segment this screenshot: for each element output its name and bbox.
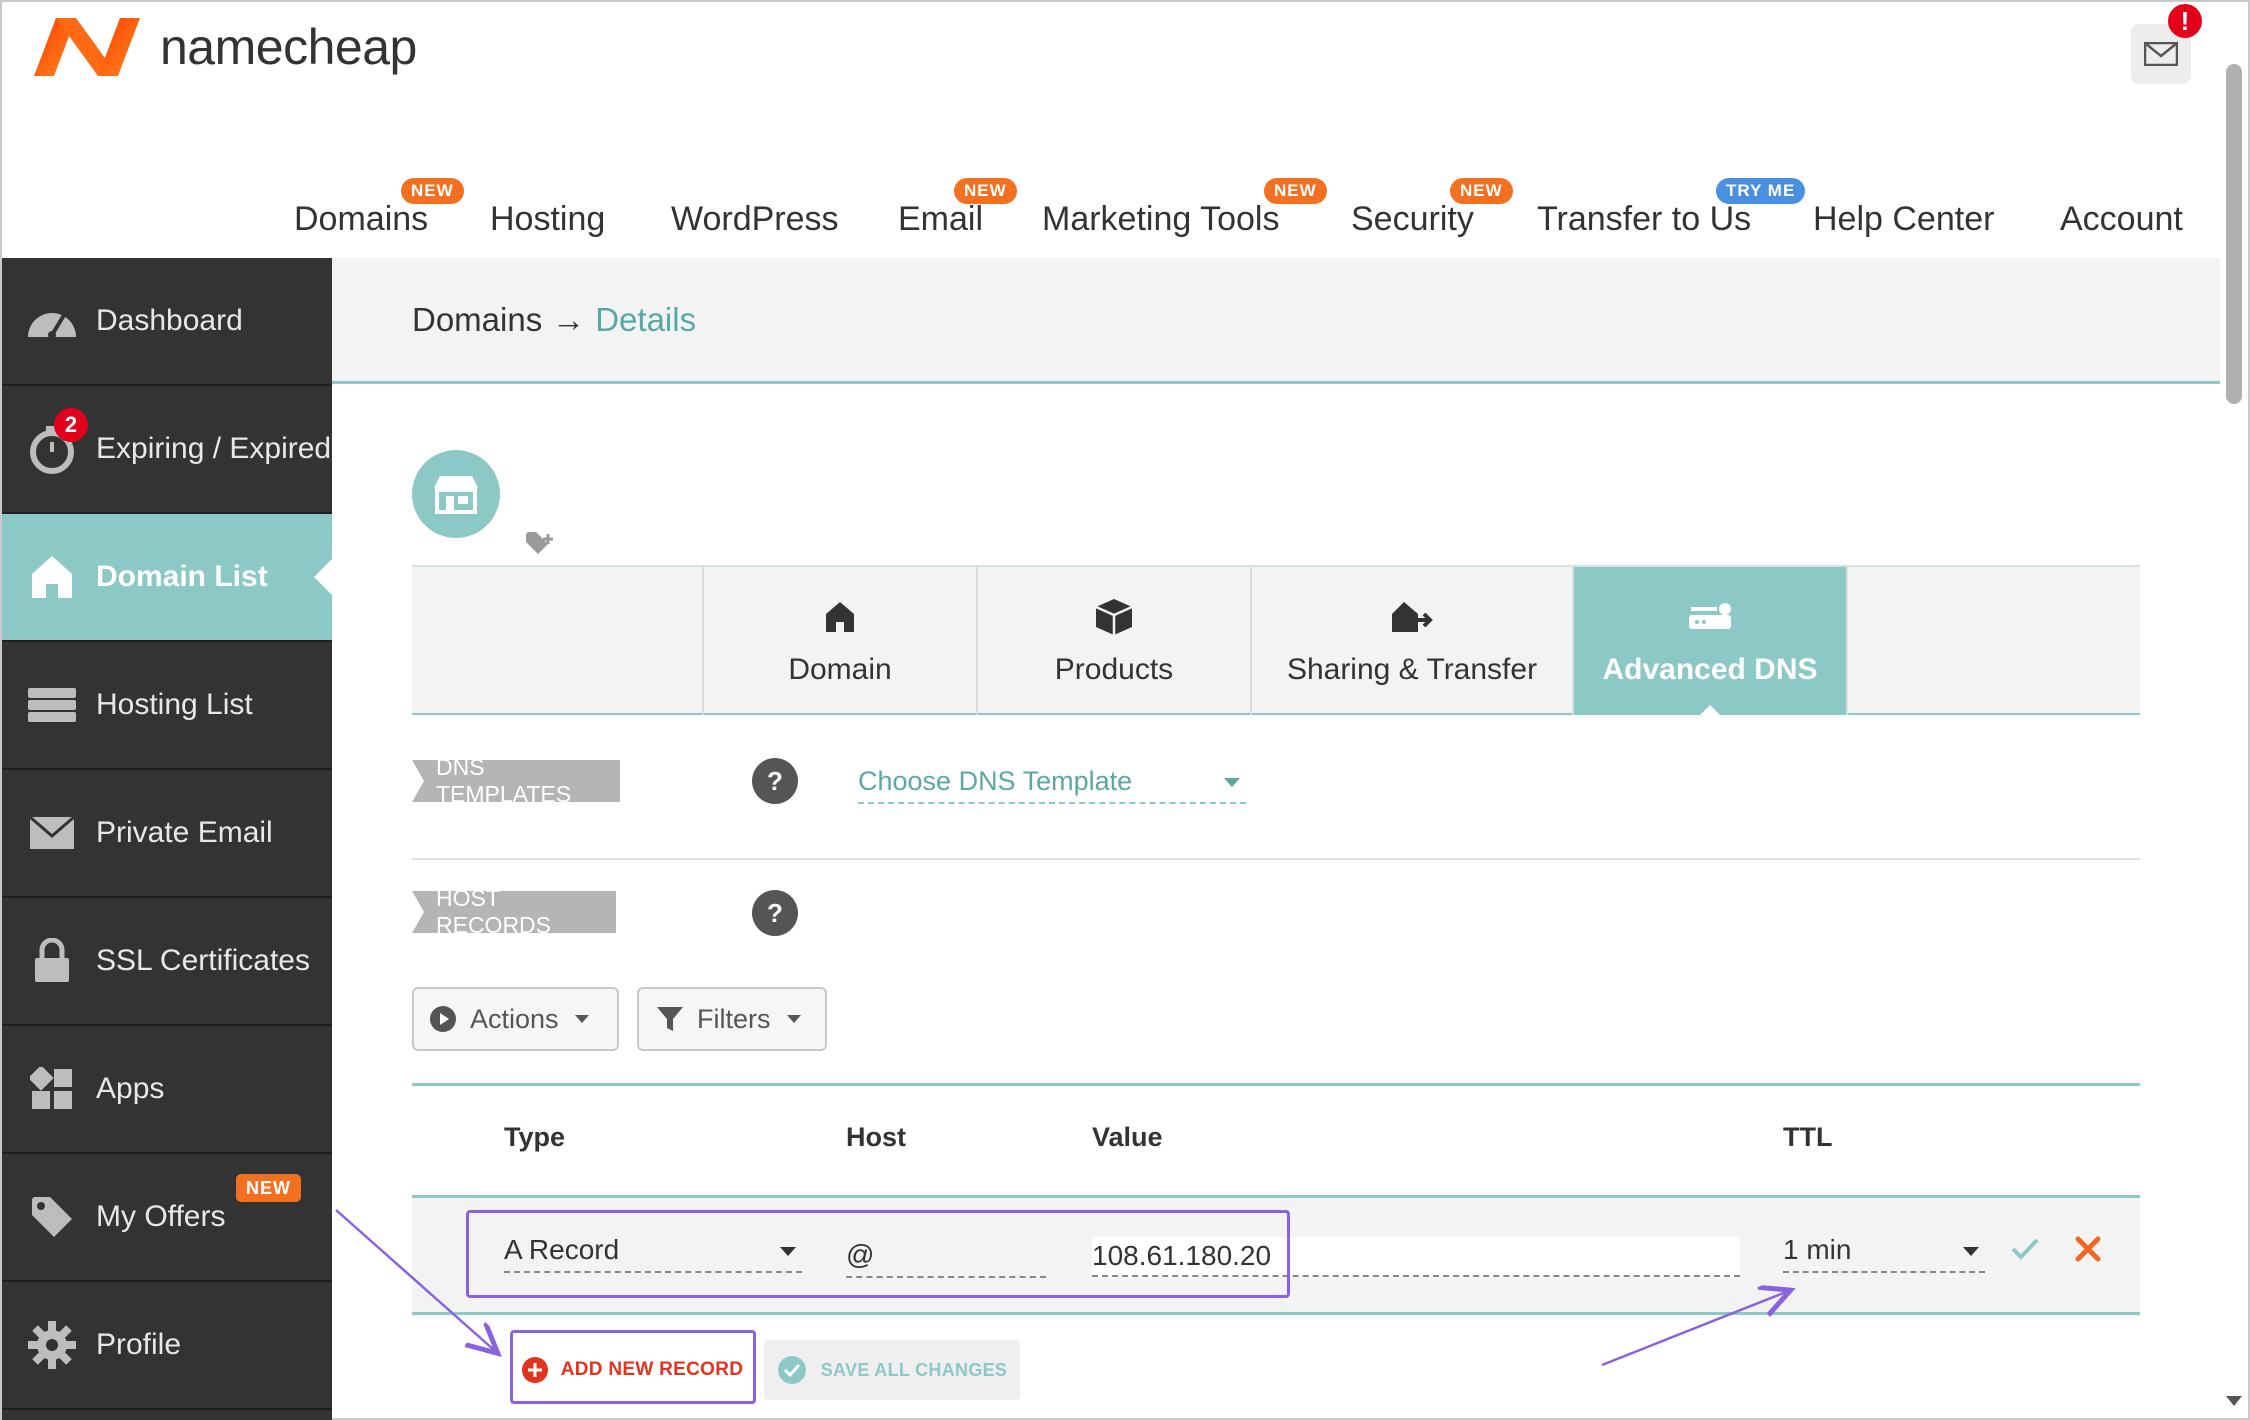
scrollbar-thumb[interactable] (2226, 64, 2242, 404)
scroll-down-arrow-icon[interactable] (2226, 1396, 2242, 1406)
annotation-arrows (335, 1209, 2250, 1367)
